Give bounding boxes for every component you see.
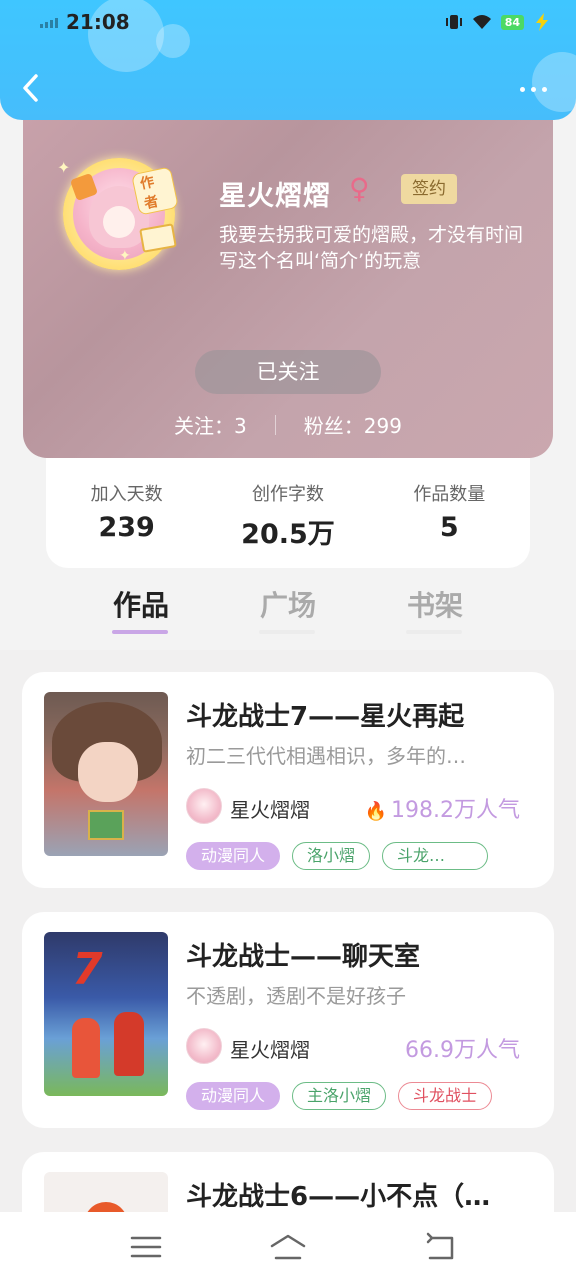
- popularity: 66.9万人气: [405, 1032, 520, 1064]
- tag[interactable]: 洛小熠: [292, 842, 371, 870]
- profile-bio: 我要去拐我可爱的熠殿，才没有时间写这个名叫‘简介’的玩意: [219, 224, 524, 272]
- stat-value: 20.5万: [241, 519, 335, 550]
- chevron-left-icon: [23, 74, 38, 102]
- profile-card: 作者 ✦ ✦ 星火熠熠 ♀ 签约 我要去拐我可爱的熠殿，才没有时间写这个名叫‘简…: [23, 98, 553, 458]
- stat-value: 239: [98, 512, 155, 543]
- home-button[interactable]: [270, 1232, 306, 1262]
- work-author[interactable]: 星火熠熠: [230, 794, 310, 823]
- tag[interactable]: 主洛小熠: [292, 1082, 387, 1110]
- tab-indicator: [112, 630, 168, 634]
- more-dots-icon: [542, 86, 547, 92]
- status-time: 21:08: [66, 10, 130, 34]
- works-list: 斗龙战士7——星火再起 初二三代代相遇相识，多年的… 星火熠熠 🔥 198.2万人…: [0, 650, 576, 1280]
- fire-icon: 🔥: [364, 801, 388, 822]
- tab-bar: 作品 广场 书架: [96, 584, 480, 642]
- more-dots-icon: [520, 86, 525, 92]
- stat-word-count: 创作字数 20.5万: [213, 480, 363, 568]
- vibrate-icon: [445, 15, 462, 29]
- stat-works-count: 作品数量 5: [374, 480, 524, 568]
- tab-label: 作品: [112, 589, 169, 622]
- stat-label: 创作字数: [251, 484, 324, 505]
- stat-join-days: 加入天数 239: [52, 480, 202, 568]
- divider: [274, 414, 276, 435]
- female-icon: ♀: [349, 172, 370, 205]
- tag[interactable]: 动漫同人: [186, 1082, 281, 1110]
- author-tag: 作者: [131, 166, 179, 216]
- star-icon: ✦: [119, 248, 131, 264]
- work-cover[interactable]: [44, 692, 168, 856]
- work-cover[interactable]: 7: [44, 932, 168, 1096]
- tab-works[interactable]: 作品: [96, 584, 186, 642]
- avatar[interactable]: [186, 788, 222, 824]
- fans-count[interactable]: 粉丝：299: [304, 410, 402, 439]
- signed-badge: 签约: [401, 174, 457, 204]
- return-button[interactable]: [422, 1232, 458, 1262]
- work-title: 斗龙战士7——星火再起: [186, 702, 465, 732]
- tab-label: 书架: [406, 589, 463, 622]
- follow-button[interactable]: 已关注: [195, 350, 381, 394]
- book-icon: [139, 223, 177, 253]
- star-icon: ✦: [57, 158, 71, 177]
- avatar[interactable]: [186, 1028, 222, 1064]
- wifi-icon: [472, 15, 491, 29]
- tab-label: 广场: [259, 589, 316, 622]
- tag-list: 动漫同人 主洛小熠 斗龙战士: [186, 1082, 493, 1110]
- work-title: 斗龙战士——聊天室: [186, 942, 421, 972]
- menu-icon: [130, 1236, 162, 1258]
- following-count[interactable]: 关注：3: [174, 410, 247, 439]
- more-button[interactable]: [520, 80, 550, 98]
- tag[interactable]: 斗龙…: [382, 842, 489, 870]
- charging-icon: [536, 13, 548, 31]
- work-description: 不透剧，透剧不是好孩子: [186, 984, 406, 1008]
- back-button[interactable]: [18, 70, 46, 106]
- work-card[interactable]: 斗龙战士7——星火再起 初二三代代相遇相识，多年的… 星火熠熠 🔥 198.2万人…: [22, 672, 554, 888]
- return-icon: [426, 1232, 454, 1260]
- follow-stats: 关注：3 粉丝：299: [23, 410, 553, 439]
- stats-card: 加入天数 239 创作字数 20.5万 作品数量 5: [46, 458, 530, 568]
- work-card[interactable]: 7 斗龙战士——聊天室 不透剧，透剧不是好孩子 星火熠熠 66.9万人气 动漫同…: [22, 912, 554, 1128]
- tab-indicator: [259, 630, 315, 634]
- tag[interactable]: 动漫同人: [186, 842, 281, 870]
- status-bar: 21:08 84: [0, 0, 576, 44]
- work-author[interactable]: 星火熠熠: [230, 1034, 310, 1063]
- system-nav-bar: [0, 1212, 576, 1280]
- stat-value: 5: [439, 512, 459, 543]
- popularity: 🔥 198.2万人气: [365, 792, 520, 824]
- signal-icon: [40, 16, 62, 28]
- menu-button[interactable]: [128, 1232, 164, 1262]
- work-title: 斗龙战士6——小不点（…: [186, 1182, 491, 1212]
- popularity-value: 198.2万人气: [391, 798, 520, 823]
- status-icons: 84: [445, 12, 552, 32]
- tab-bookshelf[interactable]: 书架: [390, 584, 480, 642]
- stat-label: 加入天数: [90, 484, 163, 505]
- popularity-value: 66.9万人气: [405, 1038, 520, 1063]
- stat-label: 作品数量: [413, 484, 486, 505]
- battery-indicator: 84: [500, 14, 524, 30]
- tag-list: 动漫同人 洛小熠 斗龙…: [186, 842, 489, 870]
- tag[interactable]: 斗龙战士: [398, 1082, 493, 1110]
- more-dots-icon: [531, 86, 536, 92]
- home-icon: [270, 1234, 306, 1260]
- profile-name: 星火熠熠: [219, 181, 331, 212]
- work-description: 初二三代代相遇相识，多年的…: [186, 744, 466, 768]
- tab-indicator: [406, 630, 462, 634]
- tab-plaza[interactable]: 广场: [243, 584, 333, 642]
